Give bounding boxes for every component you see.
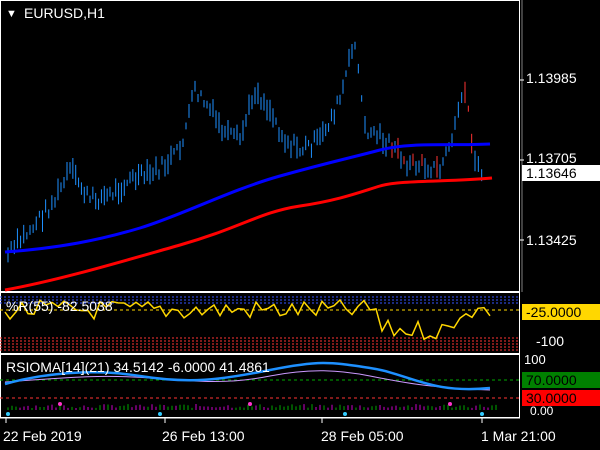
ma-fast-line <box>4 142 491 254</box>
rsioma-signal-dot <box>6 412 10 416</box>
rsioma-top-label: 100 <box>524 352 546 367</box>
symbol-label: EURUSD,H1 <box>24 5 105 21</box>
rsioma-level70-tag: 70.0000 <box>522 372 600 388</box>
rsioma-signal-dot <box>58 402 62 406</box>
rsioma-signal-dot <box>343 412 347 416</box>
time-axis: 22 Feb 2019 26 Feb 13:00 28 Feb 05:00 1 … <box>0 418 600 450</box>
rsioma-signal-dot <box>480 412 484 416</box>
price-tick-2: 1.13705 <box>526 150 577 166</box>
current-price-tag: 1.13646 <box>522 165 600 181</box>
rsioma-signal-dot <box>248 402 252 406</box>
ma-slow-line <box>4 176 493 292</box>
price-tick-3: 1.13425 <box>526 232 577 248</box>
time-label-2: 26 Feb 13:00 <box>162 428 245 444</box>
price-tick-1: 1.13985 <box>526 70 577 86</box>
wpr-bottom-label: -100 <box>536 333 565 349</box>
rsioma-indicator-label: RSIOMA[14](21) 34.5142 -6.0000 41.4861 <box>6 359 270 375</box>
price-chart-svg <box>0 0 524 292</box>
wpr-level-tag: -25.0000 <box>522 304 600 320</box>
rsioma-bottom-label: 0.00 <box>530 404 554 418</box>
rsioma-signal-dot <box>448 402 452 406</box>
time-label-4: 1 Mar 21:00 <box>481 428 556 444</box>
wpr-indicator-label: %R(55) -82.5038 <box>6 298 113 314</box>
main-chart-pane[interactable]: ▼ EURUSD,H1 1.13985 1.13705 1.13646 1.13… <box>0 0 600 292</box>
rsioma-signal-dot <box>158 412 162 416</box>
time-label-1: 22 Feb 2019 <box>3 428 82 444</box>
symbol-dropdown-icon[interactable]: ▼ <box>6 8 17 20</box>
rsioma-indicator-pane[interactable]: RSIOMA[14](21) 34.5142 -6.0000 41.4861 1… <box>0 352 600 418</box>
time-label-3: 28 Feb 05:00 <box>321 428 404 444</box>
wpr-indicator-pane[interactable]: %R(55) -82.5038 -25.0000 -100 <box>0 292 600 354</box>
